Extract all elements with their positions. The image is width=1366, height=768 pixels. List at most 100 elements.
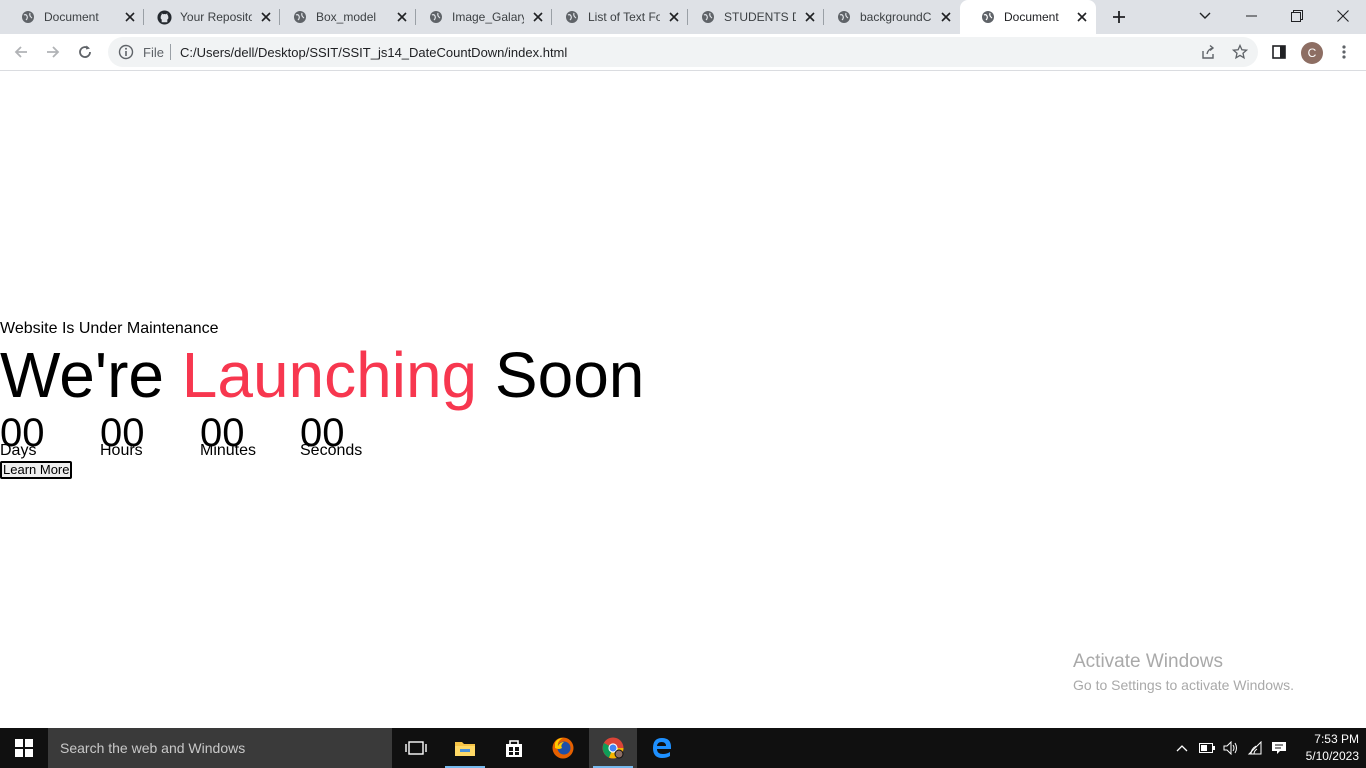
minimize-icon bbox=[1245, 15, 1257, 17]
edge-icon bbox=[653, 738, 671, 758]
back-button[interactable] bbox=[6, 37, 36, 67]
countdown-label: Seconds bbox=[300, 442, 363, 459]
maintenance-subtitle: Website Is Under Maintenance bbox=[0, 320, 219, 337]
show-hidden-icons-button[interactable] bbox=[1170, 728, 1194, 768]
chevron-up-icon bbox=[1176, 745, 1188, 752]
activate-windows-title: Activate Windows bbox=[1073, 651, 1223, 672]
file-explorer-taskbar-icon[interactable] bbox=[441, 728, 489, 768]
globe-icon bbox=[292, 9, 308, 25]
url-text[interactable]: C:/Users/dell/Desktop/SSIT/SSIT_js14_Dat… bbox=[180, 45, 567, 60]
store-bag-icon bbox=[506, 740, 522, 757]
tab-title: backgroundC bbox=[860, 10, 932, 24]
tab-2[interactable]: Box_model bbox=[272, 0, 416, 34]
taskbar-clock[interactable]: 7:53 PM 5/10/2023 bbox=[1295, 731, 1359, 765]
firefox-icon bbox=[552, 737, 574, 759]
learn-more-button[interactable]: Learn More bbox=[0, 461, 73, 479]
side-panel-icon bbox=[1272, 45, 1286, 59]
store-taskbar-icon[interactable] bbox=[490, 728, 538, 768]
restore-icon bbox=[1291, 10, 1303, 22]
plus-icon bbox=[1113, 11, 1125, 23]
tab-7-active[interactable]: Document bbox=[960, 0, 1096, 34]
tab-title: Image_Galary bbox=[452, 10, 524, 24]
taskbar-search-box[interactable]: Search the web and Windows bbox=[48, 728, 392, 768]
tab-4[interactable]: List of Text Fo bbox=[544, 0, 688, 34]
clock-time: 7:53 PM bbox=[1314, 732, 1359, 746]
tab-title: Box_model bbox=[316, 10, 377, 24]
close-icon bbox=[1337, 10, 1349, 22]
tab-1[interactable]: Your Reposito bbox=[136, 0, 280, 34]
browser-toolbar: File C:/Users/dell/Desktop/SSIT/SSIT_js1… bbox=[0, 34, 1366, 71]
tab-title: Document bbox=[1004, 10, 1059, 24]
countdown-label: Minutes bbox=[200, 442, 257, 459]
forward-button[interactable] bbox=[38, 37, 68, 67]
tab-3[interactable]: Image_Galary bbox=[408, 0, 552, 34]
close-tab-icon[interactable] bbox=[938, 9, 954, 25]
activate-windows-subtitle: Go to Settings to activate Windows. bbox=[1073, 677, 1294, 693]
windows-logo-icon bbox=[15, 739, 33, 757]
bookmark-button[interactable] bbox=[1225, 37, 1255, 67]
kebab-menu-icon bbox=[1342, 45, 1346, 59]
windows-taskbar: Search the web and Windows 7:53 PM 5/10/… bbox=[0, 728, 1366, 768]
star-icon bbox=[1232, 44, 1248, 60]
globe-icon bbox=[20, 9, 36, 25]
profile-avatar[interactable]: C bbox=[1301, 42, 1323, 64]
countdown-label: Days bbox=[0, 442, 37, 459]
heading-accent-word: Launching bbox=[181, 339, 478, 411]
reload-button[interactable] bbox=[70, 37, 100, 67]
minimize-button[interactable] bbox=[1228, 0, 1274, 32]
address-divider bbox=[170, 44, 171, 60]
task-view-icon bbox=[405, 741, 427, 755]
battery-tray-button[interactable] bbox=[1195, 728, 1219, 768]
globe-icon bbox=[700, 9, 716, 25]
clock-date: 5/10/2023 bbox=[1305, 749, 1359, 763]
new-tab-button[interactable] bbox=[1107, 5, 1131, 29]
globe-icon bbox=[836, 9, 852, 25]
globe-icon bbox=[980, 9, 996, 25]
side-panel-button[interactable] bbox=[1264, 37, 1294, 67]
action-center-button[interactable] bbox=[1267, 728, 1291, 768]
share-button[interactable] bbox=[1193, 37, 1223, 67]
page-viewport: Website Is Under Maintenance We're Launc… bbox=[0, 71, 1366, 728]
scheme-label: File bbox=[143, 45, 164, 60]
close-window-button[interactable] bbox=[1320, 0, 1366, 32]
globe-icon bbox=[564, 9, 580, 25]
tab-title: Document bbox=[44, 10, 99, 24]
page-heading: We're Launching Soon bbox=[0, 337, 644, 414]
restore-button[interactable] bbox=[1274, 0, 1320, 32]
task-view-button[interactable] bbox=[392, 728, 440, 768]
countdown-label: Hours bbox=[100, 442, 143, 459]
firefox-taskbar-icon[interactable] bbox=[539, 728, 587, 768]
tab-5[interactable]: STUDENTS DE bbox=[680, 0, 824, 34]
reload-icon bbox=[79, 45, 91, 58]
close-tab-icon[interactable] bbox=[1074, 9, 1090, 25]
tab-0[interactable]: Document bbox=[0, 0, 144, 34]
tab-title: Your Reposito bbox=[180, 10, 252, 24]
address-bar[interactable]: File C:/Users/dell/Desktop/SSIT/SSIT_js1… bbox=[108, 37, 1258, 67]
info-icon[interactable] bbox=[118, 44, 134, 60]
start-button[interactable] bbox=[0, 728, 48, 768]
arrow-left-icon bbox=[14, 46, 27, 58]
wifi-icon bbox=[1247, 741, 1262, 755]
search-placeholder: Search the web and Windows bbox=[60, 740, 246, 756]
chrome-icon bbox=[602, 737, 624, 759]
chevron-down-icon bbox=[1199, 12, 1211, 19]
heading-text-end: Soon bbox=[494, 339, 645, 411]
tab-search-button[interactable] bbox=[1182, 0, 1228, 32]
volume-icon bbox=[1223, 741, 1237, 755]
arrow-right-icon bbox=[47, 46, 60, 58]
tab-title: STUDENTS DE bbox=[724, 10, 796, 24]
notification-icon bbox=[1272, 742, 1286, 754]
edge-taskbar-icon[interactable] bbox=[638, 728, 686, 768]
tab-6[interactable]: backgroundC bbox=[816, 0, 960, 34]
share-icon bbox=[1202, 44, 1215, 59]
volume-tray-button[interactable] bbox=[1219, 728, 1243, 768]
browser-menu-button[interactable] bbox=[1329, 37, 1359, 67]
heading-text-start: We're bbox=[0, 339, 164, 411]
chrome-taskbar-icon[interactable] bbox=[589, 728, 637, 768]
battery-icon bbox=[1199, 743, 1215, 753]
folder-icon bbox=[455, 742, 475, 756]
tab-title: List of Text Fo bbox=[588, 10, 660, 24]
globe-icon bbox=[428, 9, 444, 25]
network-tray-button[interactable] bbox=[1243, 728, 1267, 768]
github-icon bbox=[156, 9, 172, 25]
